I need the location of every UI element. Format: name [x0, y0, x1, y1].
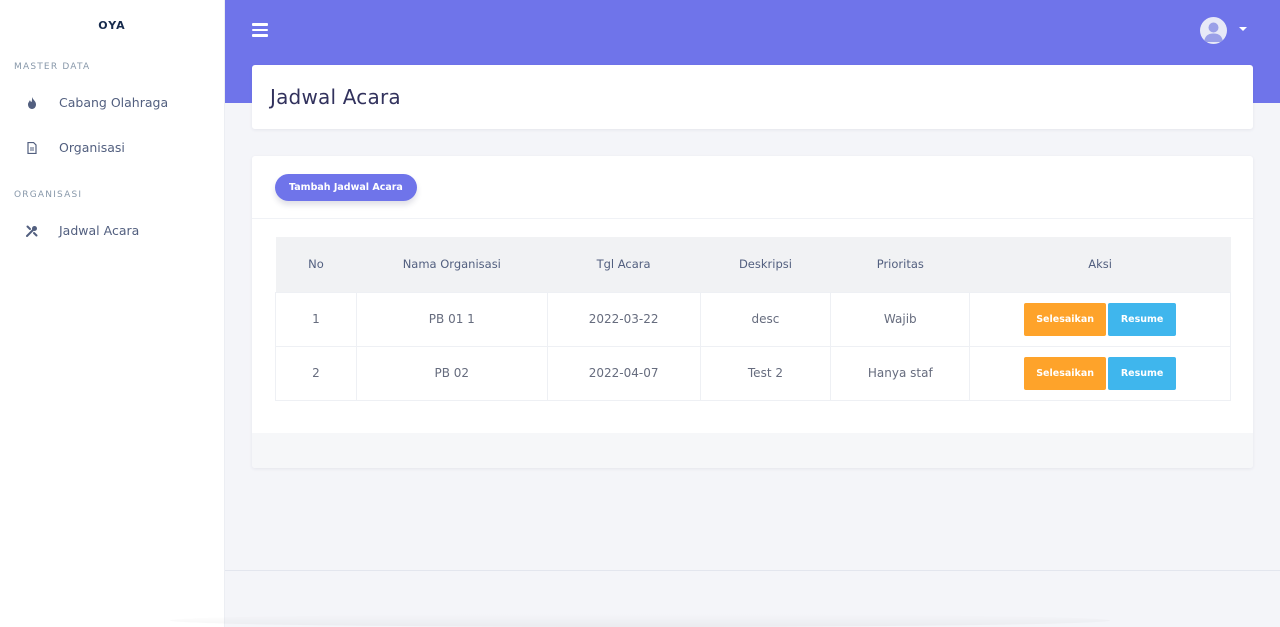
flame-icon — [25, 96, 39, 110]
cell-tgl-acara: 2022-03-22 — [546, 291, 701, 347]
brand-logo[interactable]: OYA — [0, 19, 224, 33]
column-header-no: No — [308, 257, 324, 272]
column-header-prioritas: Prioritas — [876, 257, 924, 272]
page-title: Jadwal Acara — [270, 85, 401, 109]
cell-nama-organisasi: PB 02 — [355, 345, 548, 401]
sidebar-item-organisasi[interactable]: Organisasi — [0, 125, 224, 170]
sidebar-item-label: Cabang Olahraga — [59, 95, 169, 110]
sidebar-item-cabang-olahraga[interactable]: Cabang Olahraga — [0, 80, 224, 125]
cell-prioritas: Hanya staf — [830, 345, 971, 401]
cell-aksi: Selesaikan Resume — [969, 291, 1231, 347]
user-avatar-icon[interactable] — [1200, 17, 1227, 44]
nav-heading-organisasi: ORGANISASI — [14, 190, 83, 200]
page-header-card: Jadwal Acara — [252, 65, 1253, 129]
cell-prioritas: Wajib — [830, 291, 971, 347]
cell-no: 2 — [275, 345, 357, 401]
nav-heading-master-data: MASTER DATA — [14, 62, 91, 72]
card-header: Tambah Jadwal Acara — [252, 156, 1253, 219]
column-header-tgl-acara: Tgl Acara — [596, 257, 651, 272]
table-row: 1 PB 01 1 2022-03-22 desc Wajib Selesaik… — [275, 291, 1231, 347]
document-icon — [25, 141, 39, 155]
column-header-deskripsi: Deskripsi — [738, 257, 792, 272]
column-header-aksi: Aksi — [1088, 257, 1112, 272]
sidebar-item-label: Jadwal Acara — [59, 223, 140, 238]
finish-button[interactable]: Selesaikan — [1024, 302, 1107, 336]
cell-deskripsi: Test 2 — [699, 345, 832, 401]
chevron-down-icon[interactable] — [1239, 27, 1247, 31]
footer-divider — [225, 570, 1280, 571]
table-header-row: No Nama Organisasi Tgl Acara Deskripsi P… — [275, 237, 1231, 292]
sidebar: OYA MASTER DATA Cabang Olahraga Organisa… — [0, 0, 225, 627]
schedule-card: Tambah Jadwal Acara No Nama Organisasi T… — [252, 156, 1253, 468]
bottom-shadow — [170, 614, 1110, 627]
cell-deskripsi: desc — [699, 291, 832, 347]
column-header-nama-organisasi: Nama Organisasi — [402, 257, 501, 272]
add-schedule-button[interactable]: Tambah Jadwal Acara — [275, 174, 417, 201]
cell-aksi: Selesaikan Resume — [969, 345, 1231, 401]
cell-nama-organisasi: PB 01 1 — [355, 291, 548, 347]
resume-button[interactable]: Resume — [1108, 356, 1177, 390]
schedule-table: No Nama Organisasi Tgl Acara Deskripsi P… — [275, 237, 1231, 401]
tools-icon — [25, 224, 39, 238]
table-row: 2 PB 02 2022-04-07 Test 2 Hanya staf Sel… — [275, 345, 1231, 401]
resume-button[interactable]: Resume — [1108, 302, 1177, 336]
cell-no: 1 — [275, 291, 357, 347]
sidebar-item-jadwal-acara[interactable]: Jadwal Acara — [0, 208, 224, 253]
finish-button[interactable]: Selesaikan — [1024, 356, 1107, 390]
sidebar-item-label: Organisasi — [59, 140, 125, 155]
hamburger-icon[interactable] — [252, 23, 268, 37]
cell-tgl-acara: 2022-04-07 — [546, 345, 701, 401]
card-footer — [252, 433, 1253, 468]
